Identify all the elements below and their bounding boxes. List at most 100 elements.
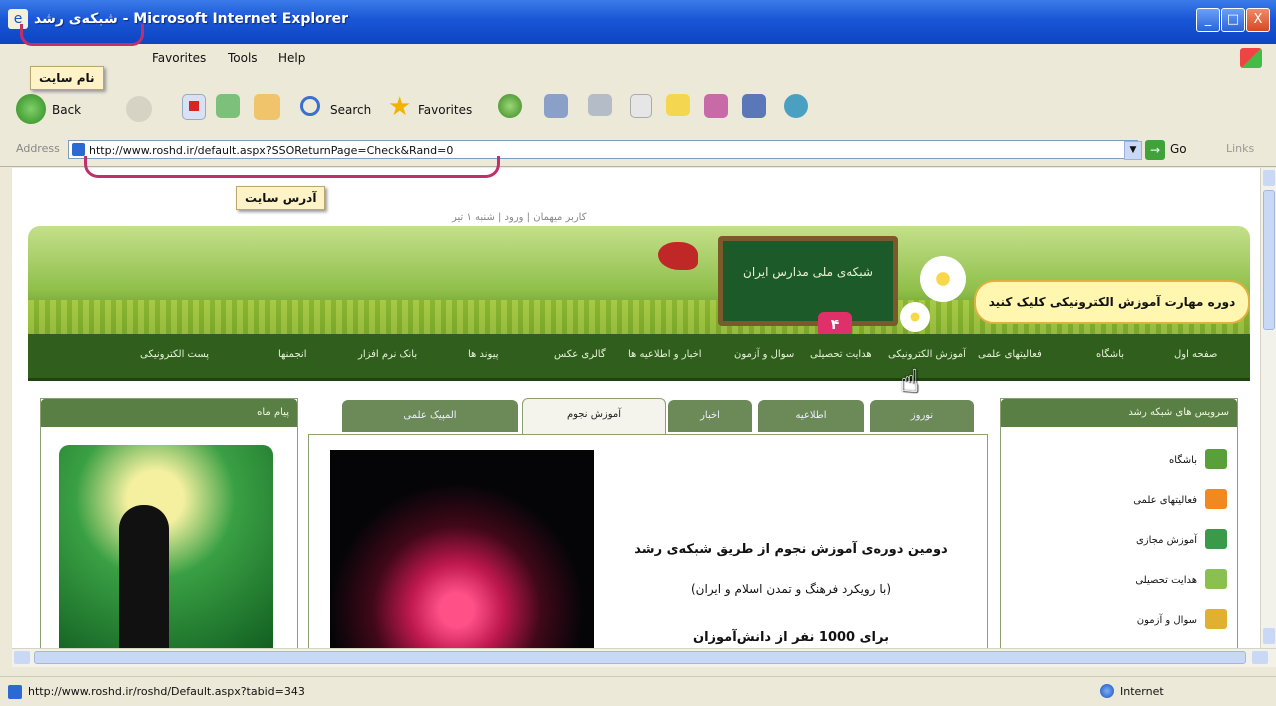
status-url: http://www.roshd.ir/roshd/Default.aspx?t… [28,685,305,698]
tab-announcements[interactable]: اطلاعیه [758,400,864,432]
flower-image [920,256,966,302]
figure-silhouette [119,505,169,648]
scroll-down-button[interactable] [1263,628,1275,644]
quiz-icon[interactable] [1205,609,1227,629]
scroll-left-button[interactable] [14,651,30,664]
nav-forums[interactable]: انجمنها [278,349,306,360]
nav-links[interactable]: پیوند ها [468,349,499,360]
horizontal-scrollbar[interactable] [12,648,1276,667]
favorites-star-icon[interactable]: ★ [388,92,411,122]
home-icon[interactable] [254,94,280,120]
site-address-callout: آدرس سایت [236,186,326,210]
favorites-button[interactable]: Favorites [418,103,472,117]
go-button[interactable]: Go [1170,142,1187,156]
messenger-icon[interactable] [704,94,728,118]
nav-elearning[interactable]: آموزش الکترونیکی [888,349,966,360]
close-button[interactable]: X [1246,8,1270,32]
status-bar: http://www.roshd.ir/roshd/Default.aspx?t… [0,676,1276,706]
nav-guidance[interactable]: هدایت تحصیلی [810,349,872,360]
nav-software[interactable]: بانک نرم افزار [358,349,417,360]
site-nav-bar: صفحه اول باشگاه فعالیتهای علمی آموزش الک… [28,334,1250,381]
address-dropdown-button[interactable]: ▼ [1124,141,1142,160]
message-panel: پیام ماه [40,398,298,648]
discuss-icon[interactable] [666,94,690,116]
site-name-callout: نام سایت [30,66,104,90]
print-icon[interactable] [588,94,612,116]
links-label[interactable]: Links [1226,142,1254,155]
edit-icon[interactable] [630,94,652,118]
article-subline: (با رویکرد فرهنگ و تمدن اسلام و ایران) [690,582,892,596]
horizontal-scroll-thumb[interactable] [34,651,1246,664]
maximize-button[interactable]: □ [1221,8,1245,32]
article-headline[interactable]: دومین دوره‌ی آموزش نجوم از طریق شبکه‌ی ر… [612,542,970,557]
search-button[interactable]: Search [330,103,371,117]
chalkboard-text: شبکه‌ی ملی مدارس ایران [743,265,873,279]
go-arrow-icon[interactable]: → [1145,140,1165,160]
message-panel-title: پیام ماه [41,399,297,427]
chalkboard: شبکه‌ی ملی مدارس ایران [718,236,898,326]
vertical-scroll-thumb[interactable] [1263,190,1275,330]
nav-science[interactable]: فعالیتهای علمی [978,349,1042,360]
club-icon[interactable] [1205,449,1227,469]
stop-icon[interactable] [182,94,206,120]
windows-logo-icon [1240,48,1262,68]
promo-text[interactable]: دوره مهارت آموزش الکترونیکی کلیک کنید [976,282,1248,322]
back-label[interactable]: Back [52,103,81,117]
promo-banner[interactable]: دوره مهارت آموزش الکترونیکی کلیک کنید [974,280,1250,324]
forward-arrow-icon[interactable] [126,96,152,122]
guidance-icon[interactable] [1205,569,1227,589]
search-icon[interactable] [300,96,320,116]
site-header-banner: شبکه‌ی ملی مدارس ایران دوره مهارت آموزش … [28,226,1250,334]
title-bar[interactable]: e شبکه‌ی رشد - Microsoft Internet Explor… [0,0,1276,44]
tab-nowruz[interactable]: نوروز [870,400,974,432]
media-icon[interactable] [784,94,808,118]
globe-icon [1100,684,1114,698]
tab-astronomy[interactable]: آموزش نجوم [522,398,666,435]
minimize-button[interactable]: _ [1196,8,1220,32]
back-arrow-icon[interactable] [16,94,46,124]
research-icon[interactable] [742,94,766,118]
zone-label: Internet [1120,685,1164,698]
history-icon[interactable] [498,94,522,118]
menu-bar: Favorites Tools Help [0,44,1276,73]
menu-help[interactable]: Help [278,51,305,65]
nebula-image[interactable] [330,450,594,648]
nav-club[interactable]: باشگاه [1096,349,1124,360]
service-quiz[interactable]: سوال و آزمون [1137,615,1197,626]
site-top-links[interactable]: کاربر میهمان | ورود | شنبه ۱ تیر [452,212,587,223]
vertical-scrollbar[interactable] [1260,168,1276,648]
page-status-icon [8,685,22,699]
services-panel-title: سرویس های شبکه رشد [1001,399,1237,427]
nav-email[interactable]: پست الکترونیکی [140,349,209,360]
service-virtual[interactable]: آموزش مجازی [1136,535,1197,546]
step-number-badge: ۴ [818,312,852,334]
tab-news[interactable]: اخبار [668,400,752,432]
nav-quiz[interactable]: سوال و آزمون [734,349,794,360]
hand-cursor-icon: ☝ [900,362,920,400]
address-bracket [84,156,500,178]
article-audience: برای 1000 نفر از دانش‌آموزان [693,630,889,645]
service-club[interactable]: باشگاه [1169,455,1197,466]
site-name-bracket [20,24,144,46]
menu-tools[interactable]: Tools [228,51,258,65]
message-image[interactable] [59,445,273,648]
service-science[interactable]: فعالیتهای علمی [1133,495,1197,506]
virtual-icon[interactable] [1205,529,1227,549]
tab-olympiad[interactable]: المپیک علمی [342,400,518,432]
mail-icon[interactable] [544,94,568,118]
nav-gallery[interactable]: گالری عکس [554,349,606,360]
menu-favorites[interactable]: Favorites [152,51,206,65]
nav-news[interactable]: اخبار و اطلاعیه ها [628,349,702,360]
flower-image-small [900,302,930,332]
address-label: Address [16,142,60,155]
page-viewport: کاربر میهمان | ورود | شنبه ۱ تیر شبکه‌ی … [12,168,1260,648]
service-guidance[interactable]: هدایت تحصیلی [1135,575,1197,586]
toolbar: Back Search ★ Favorites [0,72,1276,135]
refresh-icon[interactable] [216,94,240,118]
science-icon[interactable] [1205,489,1227,509]
services-panel: سرویس های شبکه رشد باشگاه فعالیتهای علمی… [1000,398,1238,648]
nav-home[interactable]: صفحه اول [1174,349,1217,360]
scroll-up-button[interactable] [1263,170,1275,186]
page-icon [72,143,85,156]
scroll-right-button[interactable] [1252,651,1268,664]
